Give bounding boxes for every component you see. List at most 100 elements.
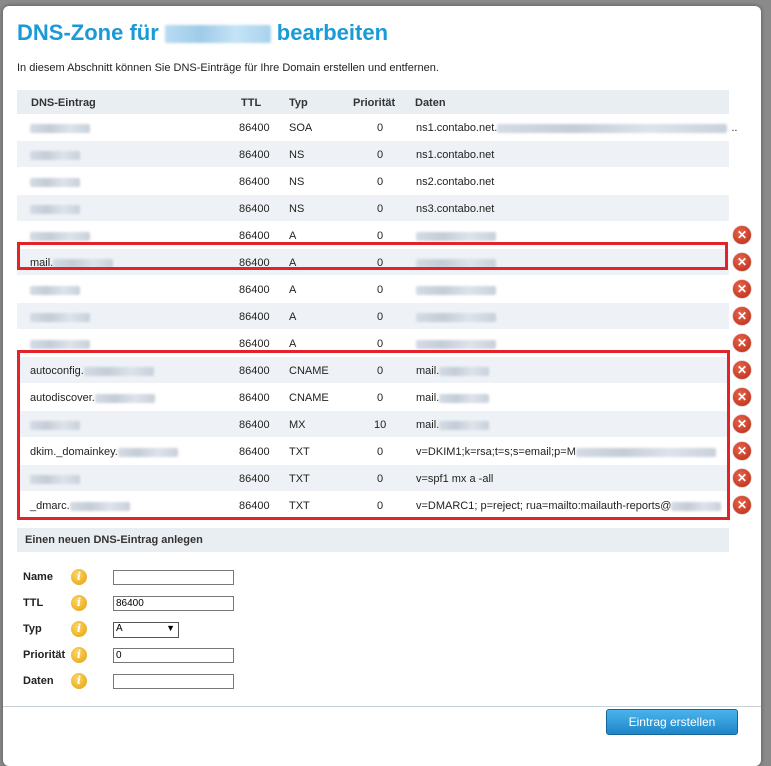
delete-x-icon[interactable]: ✕ bbox=[733, 388, 751, 406]
table-row: autodiscover. 86400 CNAME 0 mail. ✕ bbox=[17, 384, 751, 410]
record-type-text: A bbox=[289, 257, 297, 269]
record-ttl-text: 86400 bbox=[239, 473, 270, 485]
redacted-value bbox=[671, 501, 722, 511]
table-row: 86400 A 0 ✕ bbox=[17, 330, 751, 356]
record-name bbox=[30, 176, 80, 188]
record-priority: 0 bbox=[377, 500, 383, 512]
info-icon[interactable]: i bbox=[71, 569, 87, 585]
record-name bbox=[30, 122, 90, 134]
record-data: v=DMARC1; p=reject; rua=mailto:mailauth-… bbox=[416, 500, 722, 512]
record-type: TXT bbox=[289, 446, 310, 458]
record-priority: 0 bbox=[377, 230, 383, 242]
record-priority: 0 bbox=[377, 203, 383, 215]
record-ttl-text: 86400 bbox=[239, 122, 270, 134]
info-icon[interactable]: i bbox=[71, 595, 87, 611]
record-ttl-text: 86400 bbox=[239, 284, 270, 296]
record-priority-text: 0 bbox=[377, 311, 384, 323]
delete-x-icon[interactable]: ✕ bbox=[733, 442, 751, 460]
header-dns-entry: DNS-Eintrag bbox=[31, 97, 96, 109]
record-ttl: 86400 bbox=[239, 446, 270, 458]
info-icon[interactable]: i bbox=[71, 673, 87, 689]
record-name-text: autoconfig. bbox=[30, 365, 84, 377]
record-name bbox=[30, 338, 90, 350]
info-icon[interactable]: i bbox=[71, 647, 87, 663]
record-ttl-text: 86400 bbox=[239, 176, 270, 188]
record-name-text: _dmarc. bbox=[30, 500, 70, 512]
delete-x-icon[interactable]: ✕ bbox=[733, 469, 751, 487]
priority-input[interactable] bbox=[113, 648, 234, 663]
record-priority-text: 0 bbox=[377, 473, 384, 485]
delete-x-icon[interactable]: ✕ bbox=[733, 280, 751, 298]
delete-x-icon[interactable]: ✕ bbox=[733, 307, 751, 325]
delete-x-icon[interactable]: ✕ bbox=[733, 361, 751, 379]
table-row: 86400 A 0 ✕ bbox=[17, 303, 751, 329]
record-priority-text: 10 bbox=[374, 419, 387, 431]
table-row: 86400 A 0 ✕ bbox=[17, 222, 751, 248]
redacted-value bbox=[416, 231, 496, 241]
header-type: Typ bbox=[289, 97, 308, 109]
redacted-value bbox=[30, 123, 90, 133]
record-priority: 0 bbox=[377, 338, 383, 350]
record-priority: 0 bbox=[377, 176, 383, 188]
record-ttl-text: 86400 bbox=[239, 149, 270, 161]
record-type-text: TXT bbox=[289, 446, 310, 458]
record-ttl: 86400 bbox=[239, 419, 270, 431]
record-data-text: ns3.contabo.net bbox=[416, 203, 495, 215]
ttl-input[interactable] bbox=[113, 596, 234, 611]
title-suffix: bearbeiten bbox=[276, 20, 389, 45]
record-type-text: NS bbox=[289, 149, 305, 161]
record-name bbox=[30, 230, 90, 242]
record-priority: 0 bbox=[377, 446, 383, 458]
type-select[interactable]: A ▼ bbox=[113, 622, 179, 638]
record-ttl: 86400 bbox=[239, 176, 270, 188]
record-data bbox=[416, 311, 496, 323]
table-row: 86400 NS 0 ns3.contabo.net bbox=[17, 195, 729, 221]
record-data-text: mail. bbox=[416, 365, 440, 377]
record-ttl-text: 86400 bbox=[239, 446, 270, 458]
data-input[interactable] bbox=[113, 674, 234, 689]
record-type: NS bbox=[289, 203, 304, 215]
record-type: NS bbox=[289, 176, 304, 188]
redacted-value bbox=[30, 285, 80, 295]
record-priority: 0 bbox=[377, 365, 383, 377]
record-ttl-text: 86400 bbox=[239, 230, 270, 242]
table-row: 86400 MX 10 mail. ✕ bbox=[17, 411, 751, 437]
record-priority-text: 0 bbox=[377, 122, 384, 134]
redacted-value bbox=[439, 393, 490, 403]
record-type: TXT bbox=[289, 473, 310, 485]
record-ttl: 86400 bbox=[239, 473, 270, 485]
redacted-value bbox=[30, 339, 90, 349]
delete-x-icon[interactable]: ✕ bbox=[733, 334, 751, 352]
redacted-value bbox=[94, 393, 155, 403]
record-priority-text: 0 bbox=[377, 176, 384, 188]
delete-x-icon[interactable]: ✕ bbox=[733, 496, 751, 514]
name-input[interactable] bbox=[113, 570, 234, 585]
dns-zone-dialog: DNS-Zone für bearbeiten In diesem Abschni… bbox=[3, 6, 761, 766]
info-icon[interactable]: i bbox=[71, 621, 87, 637]
record-data: ns2.contabo.net bbox=[416, 176, 494, 188]
record-data-text: v=DMARC1; p=reject; rua=mailto:mailauth-… bbox=[416, 500, 672, 512]
ttl-label: TTL bbox=[23, 597, 44, 609]
record-priority: 0 bbox=[377, 149, 383, 161]
record-type: SOA bbox=[289, 122, 312, 134]
redacted-value bbox=[83, 366, 154, 376]
redacted-value bbox=[53, 258, 114, 268]
record-type-text: NS bbox=[289, 176, 305, 188]
table-row: dkim._domainkey. 86400 TXT 0 v=DKIM1;k=rsa;t… bbox=[17, 438, 751, 464]
record-priority-text: 0 bbox=[377, 365, 384, 377]
record-ttl: 86400 bbox=[239, 284, 270, 296]
redacted-value bbox=[575, 447, 716, 457]
record-data-text: mail. bbox=[416, 419, 440, 431]
table-row: mail. 86400 A 0 ✕ bbox=[17, 249, 751, 275]
record-ttl-text: 86400 bbox=[239, 419, 270, 431]
delete-x-icon[interactable]: ✕ bbox=[733, 253, 751, 271]
record-type-text: A bbox=[289, 284, 297, 296]
table-row: 86400 NS 0 ns2.contabo.net bbox=[17, 168, 729, 194]
delete-x-icon[interactable]: ✕ bbox=[733, 415, 751, 433]
record-ttl: 86400 bbox=[239, 500, 270, 512]
create-entry-button[interactable]: Eintrag erstellen bbox=[606, 709, 738, 735]
record-type: A bbox=[289, 338, 296, 350]
record-data: ns1.contabo.net... bbox=[416, 122, 737, 134]
delete-x-icon[interactable]: ✕ bbox=[733, 226, 751, 244]
record-priority-text: 0 bbox=[377, 338, 384, 350]
